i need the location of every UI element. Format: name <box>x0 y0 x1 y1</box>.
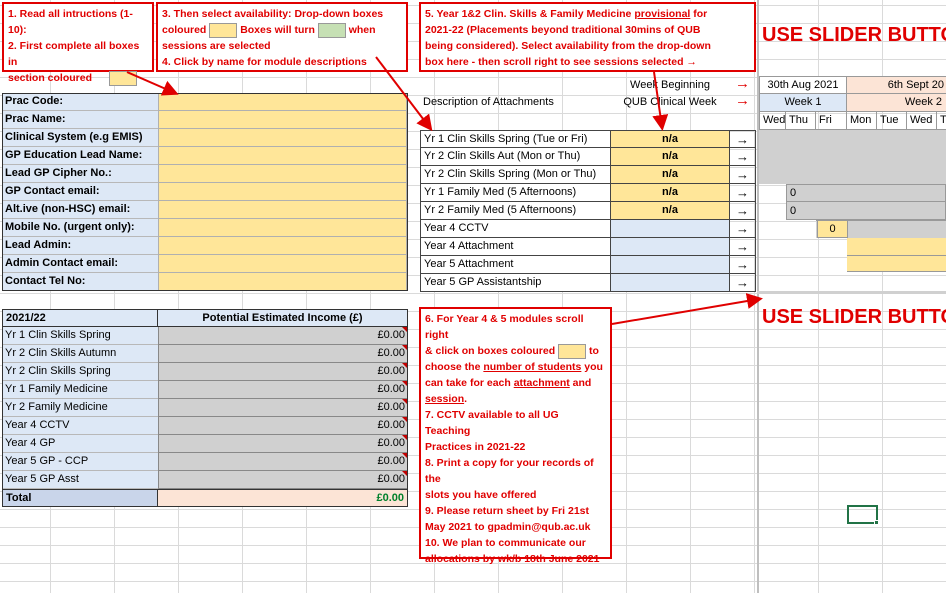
qub-week-arrow: → <box>735 92 750 109</box>
scroll-right-arrow[interactable]: → <box>729 256 756 274</box>
description-header: Description of Attachments <box>423 96 554 108</box>
instruction-9-cont: May 2021 to gpadmin@qub.ac.uk <box>425 521 591 533</box>
instruction-6-you: you <box>581 361 603 373</box>
attachment-yr1-family-med[interactable]: Yr 1 Family Med (5 Afternoons) <box>420 184 611 202</box>
day-tue: Tue <box>877 112 907 130</box>
instructions-box-6: 6. For Year 4 & 5 modules scroll right &… <box>419 307 612 565</box>
calendar-row-yr1-fm <box>786 184 946 202</box>
instruction-10-cont: allocations by wk/b 18th June 2021 <box>425 553 600 565</box>
instruction-2-cont: section coloured <box>8 72 93 84</box>
instructions-box-5: 5. Year 1&2 Clin. Skills & Family Medici… <box>419 2 756 72</box>
instruction-3: 3. Then select availability: Drop-down b… <box>162 8 384 20</box>
day-wed-2: Wed <box>907 112 937 130</box>
instructions-box-2: 3. Then select availability: Drop-down b… <box>156 2 408 72</box>
attachment-year4-attachment-value <box>611 238 729 256</box>
instruction-5-provisional: provisional <box>634 8 691 20</box>
calendar-cell-cctv[interactable]: 0 <box>817 220 848 238</box>
calendar-year4-attachment-cells[interactable] <box>847 238 946 256</box>
instruction-6-choose: choose the <box>425 361 484 373</box>
instruction-6-period: . <box>464 393 468 405</box>
instruction-6: 6. For Year 4 & 5 modules scroll right <box>425 313 584 341</box>
scroll-right-arrow[interactable]: → <box>729 220 756 238</box>
instruction-2: 2. First complete all boxes in <box>8 40 140 68</box>
week1-label: Week 1 <box>759 94 847 112</box>
day-mon: Mon <box>847 112 877 130</box>
yellow-swatch <box>209 22 238 38</box>
instruction-10: 10. We plan to communicate our <box>425 537 586 549</box>
instruction-6-session: session <box>425 393 465 405</box>
day-thu-2: T <box>937 112 946 130</box>
attachment-yr1-family-med-dropdown[interactable]: n/a <box>611 184 729 202</box>
instruction-4: 4. Click by name for module descriptions <box>162 56 367 68</box>
scroll-right-arrow[interactable]: → <box>729 274 756 292</box>
instruction-6-number-students: number of students <box>483 361 582 373</box>
attachment-yr1-clin-skills-spring-dropdown[interactable]: n/a <box>611 130 729 148</box>
attachment-year5-attachment[interactable]: Year 5 Attachment <box>420 256 611 274</box>
slider-instruction-top: USE SLIDER BUTTO <box>762 24 946 46</box>
scroll-right-arrow[interactable]: → <box>729 184 756 202</box>
slider-instruction-bottom: USE SLIDER BUTTO <box>762 306 946 328</box>
day-thu: Thu <box>786 112 816 130</box>
scroll-right-arrow[interactable]: → <box>729 130 756 148</box>
instruction-3-cont-c: when <box>348 24 376 36</box>
instruction-3-cont-b: Boxes will turn <box>240 24 315 36</box>
instruction-6-and: and <box>569 377 592 389</box>
calendar-frozen-divider-horizontal <box>757 291 946 294</box>
attachment-yr1-clin-skills-spring[interactable]: Yr 1 Clin Skills Spring (Tue or Fri) <box>420 130 611 148</box>
week2-date: 6th Sept 20 <box>847 76 946 94</box>
instruction-7-cont: Practices in 2021-22 <box>425 441 526 453</box>
day-wed: Wed <box>759 112 786 130</box>
week1-date: 30th Aug 2021 <box>759 76 847 94</box>
calendar-row-yr2-fm <box>786 202 946 220</box>
instruction-5-line2: 2021-22 (Placements beyond traditional 3… <box>425 24 701 36</box>
instruction-3-end: sessions are selected <box>162 40 271 52</box>
instruction-3-cont: coloured <box>162 24 207 36</box>
attachment-year5-gp-assistantship[interactable]: Year 5 GP Assistantship <box>420 274 611 292</box>
attachment-yr2-clin-skills-aut[interactable]: Yr 2 Clin Skills Aut (Mon or Thu) <box>420 148 611 166</box>
qub-week-label: QUB Clinical Week <box>623 96 717 108</box>
income-table-border <box>2 309 408 507</box>
scroll-right-arrow[interactable]: → <box>729 148 756 166</box>
attachment-year4-cctv-value <box>611 220 729 238</box>
instruction-6-cont: & click on boxes coloured <box>425 345 556 357</box>
instruction-5-for: for <box>690 8 708 20</box>
attachment-yr2-family-med-dropdown[interactable]: n/a <box>611 202 729 220</box>
week-beginning-arrow: → <box>735 75 750 92</box>
scroll-right-arrow[interactable]: → <box>729 238 756 256</box>
calendar-grey-block <box>759 130 946 184</box>
yellow-swatch <box>108 70 137 86</box>
attachment-yr2-family-med[interactable]: Yr 2 Family Med (5 Afternoons) <box>420 202 611 220</box>
attachment-yr2-clin-skills-spring-dropdown[interactable]: n/a <box>611 166 729 184</box>
attachment-year4-attachment[interactable]: Year 4 Attachment <box>420 238 611 256</box>
instruction-8-cont: slots you have offered <box>425 489 537 501</box>
instruction-5-line4: box here - then scroll right to see sess… <box>425 56 697 68</box>
attachment-year5-gp-assistantship-value <box>611 274 729 292</box>
attachment-yr2-clin-skills-aut-dropdown[interactable]: n/a <box>611 148 729 166</box>
attachment-yr2-clin-skills-spring[interactable]: Yr 2 Clin Skills Spring (Mon or Thu) <box>420 166 611 184</box>
calendar-year5-attachment-cells[interactable] <box>847 256 946 272</box>
instruction-8: 8. Print a copy for your records of the <box>425 457 594 485</box>
instruction-6-attachment: attachment <box>513 377 570 389</box>
green-swatch <box>317 22 346 38</box>
attachment-year4-cctv[interactable]: Year 4 CCTV <box>420 220 611 238</box>
instruction-9: 9. Please return sheet by Fri 21st <box>425 505 589 517</box>
instructions-box-1: 1. Read all intructions (1-10): 2. First… <box>2 2 154 86</box>
scroll-right-arrow[interactable]: → <box>729 202 756 220</box>
week-beginning-label: Week Beginning <box>630 79 710 91</box>
practice-details-border <box>2 93 408 291</box>
instruction-6-to: to <box>588 345 599 357</box>
day-fri: Fri <box>816 112 847 130</box>
attachment-year5-attachment-value <box>611 256 729 274</box>
week2-label: Week 2 <box>847 94 946 112</box>
calendar-cell-yr1-fm[interactable]: 0 <box>790 185 796 201</box>
scroll-right-arrow[interactable]: → <box>729 166 756 184</box>
instruction-6-take: can take for each <box>425 377 514 389</box>
instruction-1: 1. Read all intructions (1-10): <box>8 8 133 36</box>
instruction-5-line3: being considered). Select availability f… <box>425 40 711 52</box>
fill-handle[interactable] <box>874 520 879 525</box>
instruction-7: 7. CCTV available to all UG Teaching <box>425 409 559 437</box>
calendar-cell-yr2-fm[interactable]: 0 <box>790 203 796 219</box>
yellow-swatch <box>558 343 587 359</box>
instruction-5: 5. Year 1&2 Clin. Skills & Family Medici… <box>425 8 635 20</box>
